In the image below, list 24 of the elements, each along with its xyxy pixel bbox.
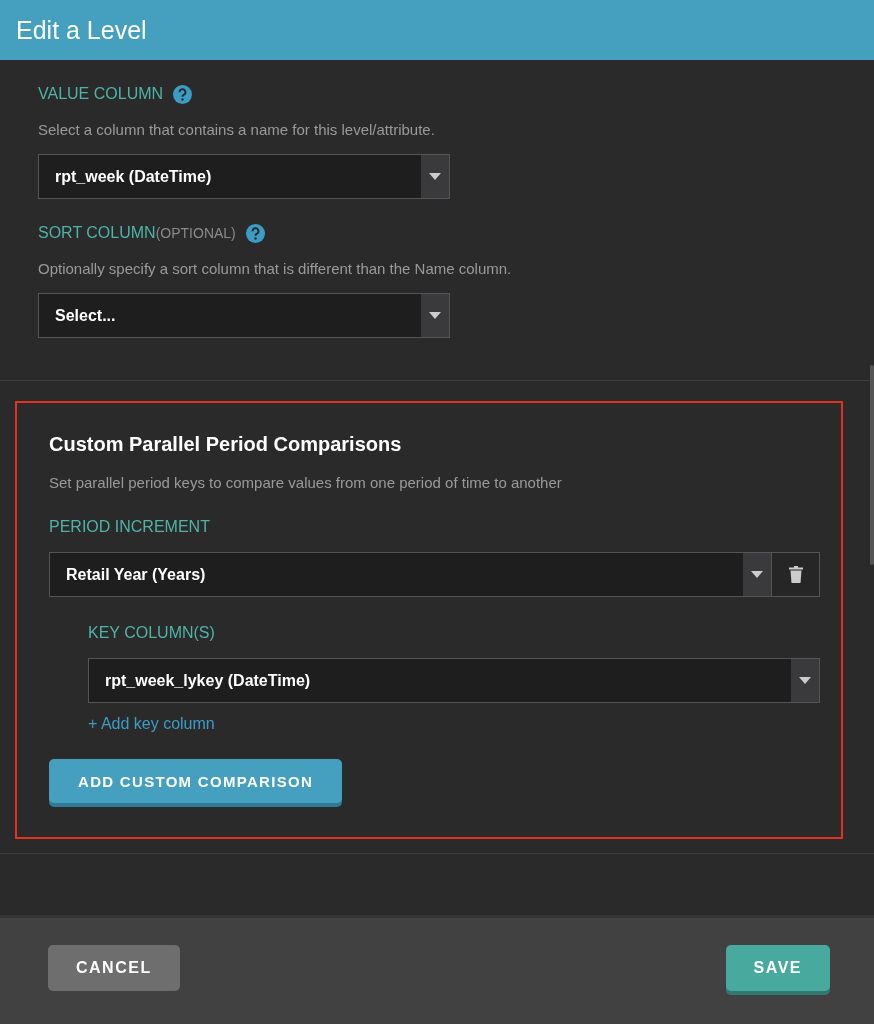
scrollbar[interactable] bbox=[870, 365, 874, 565]
delete-button[interactable] bbox=[772, 552, 820, 597]
dropdown[interactable]: Select... bbox=[38, 293, 450, 338]
field-label: SORT COLUMN(OPTIONAL) bbox=[38, 224, 236, 242]
section-title: Custom Parallel Period Comparisons bbox=[49, 433, 403, 456]
dropdown-caret-icon bbox=[799, 677, 811, 684]
help-icon[interactable] bbox=[173, 84, 193, 104]
help-icon[interactable] bbox=[245, 223, 265, 243]
dialog-title: Edit a Level bbox=[0, 0, 874, 60]
dropdown[interactable]: rpt_week (DateTime) bbox=[38, 154, 450, 199]
field-label: KEY COLUMN(S) bbox=[88, 624, 216, 642]
dropdown-caret-icon bbox=[429, 312, 441, 319]
field-description: Select a column that contains a name for this level/attribute. bbox=[38, 121, 436, 138]
dropdown-caret-icon bbox=[429, 173, 441, 180]
field-label: PERIOD INCREMENT bbox=[49, 518, 211, 536]
trash-icon bbox=[788, 566, 803, 583]
field-description: Optionally specify a sort column that is different than the Name column. bbox=[38, 260, 513, 277]
section-description: Set parallel period keys to compare values from one period of time to another bbox=[49, 474, 563, 491]
field-label: VALUE COLUMN bbox=[38, 85, 164, 103]
dropdown[interactable]: rpt_week_lykey (DateTime) bbox=[88, 658, 820, 703]
cancel-button[interactable]: CANCEL bbox=[48, 945, 180, 991]
dropdown[interactable]: Retail Year (Years) bbox=[49, 552, 772, 597]
dropdown-caret-icon bbox=[751, 571, 763, 578]
add-key-column-link[interactable]: + Add key column bbox=[88, 715, 215, 732]
